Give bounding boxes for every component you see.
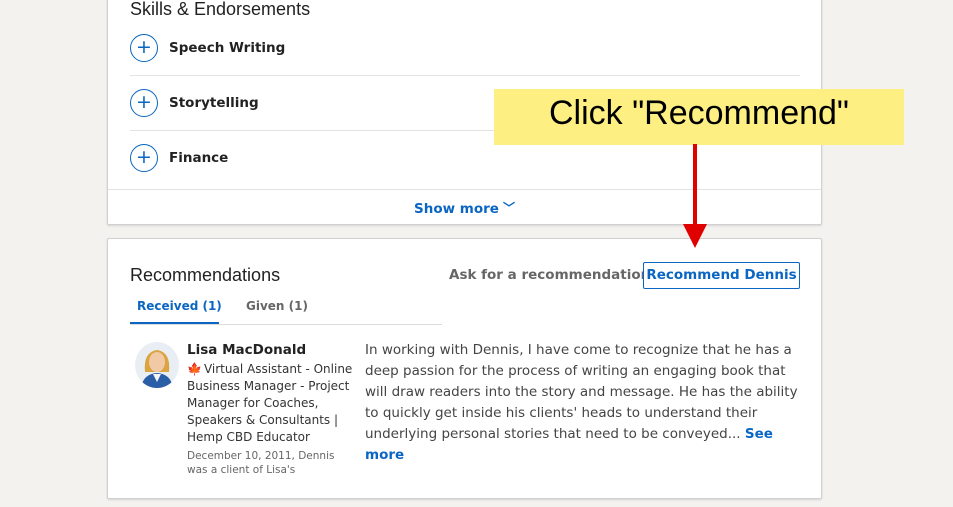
recommendation-text: In working with Dennis, I have come to r…: [365, 340, 800, 466]
arrow-down-icon: [683, 144, 707, 248]
plus-icon[interactable]: +: [130, 34, 158, 62]
recommendations-card: Recommendations Ask for a recommendation…: [107, 238, 822, 499]
skill-name[interactable]: Finance: [169, 150, 228, 166]
skill-name[interactable]: Speech Writing: [169, 40, 285, 56]
skill-name[interactable]: Storytelling: [169, 95, 259, 111]
headline-text: Virtual Assistant - Online Business Mana…: [187, 362, 353, 444]
recommendation-tabs: Received (1) Given (1): [130, 295, 442, 325]
tab-given[interactable]: Given (1): [246, 299, 308, 313]
show-more-button[interactable]: Show more ﹀: [108, 200, 821, 217]
recommender-headline: 🍁 Virtual Assistant - Online Business Man…: [187, 361, 357, 446]
recommendation-date: December 10, 2011, Dennis was a client o…: [187, 450, 335, 476]
active-tab-indicator: [130, 322, 219, 324]
callout-box: Click "Recommend": [494, 89, 904, 145]
show-more-label: Show more: [414, 201, 499, 217]
skill-row: + Speech Writing: [130, 21, 800, 76]
plus-icon[interactable]: +: [130, 89, 158, 117]
recommend-button[interactable]: Recommend Dennis: [643, 262, 800, 289]
maple-leaf-icon: 🍁: [187, 362, 202, 376]
skills-section-title: Skills & Endorsements: [130, 0, 311, 19]
ask-for-recommendation-link[interactable]: Ask for a recommendation: [449, 267, 650, 283]
recommendations-title: Recommendations: [130, 265, 281, 285]
recommendation-body: In working with Dennis, I have come to r…: [365, 342, 798, 442]
tab-received[interactable]: Received (1): [137, 299, 222, 313]
plus-icon[interactable]: +: [130, 144, 158, 172]
chevron-down-icon: ﹀: [502, 201, 515, 215]
avatar[interactable]: [135, 342, 179, 388]
recommender-name[interactable]: Lisa MacDonald: [187, 342, 306, 358]
divider: [108, 189, 821, 190]
